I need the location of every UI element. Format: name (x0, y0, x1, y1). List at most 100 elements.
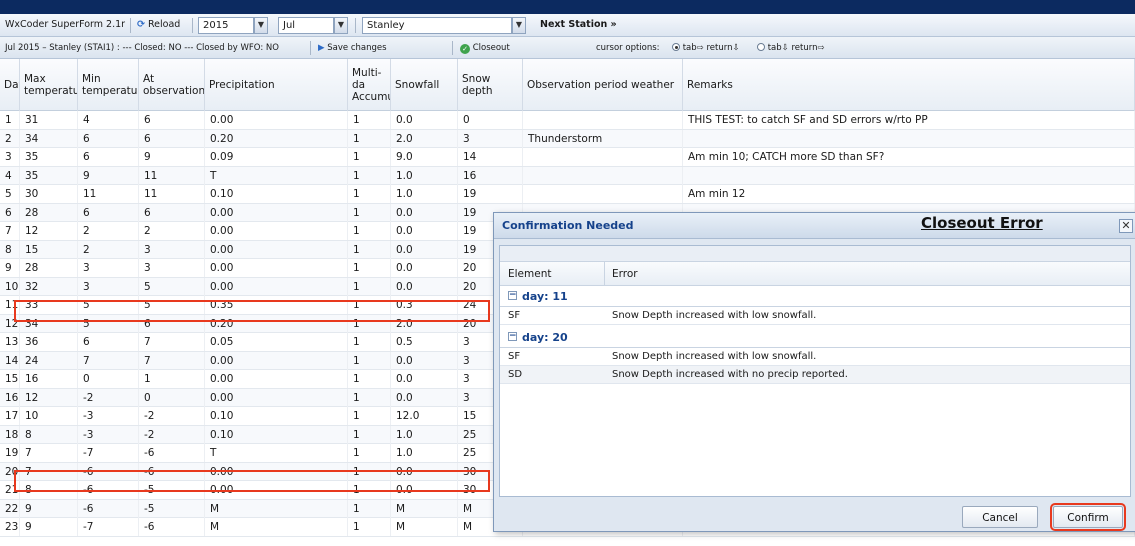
cell-day[interactable]: 13 (0, 333, 20, 351)
cell-precip[interactable]: T (205, 444, 348, 462)
cell-weather[interactable] (523, 148, 683, 166)
cell-remarks[interactable] (683, 166, 1135, 185)
cell-precip[interactable]: M (205, 518, 348, 536)
cell-at[interactable]: 6 (139, 203, 205, 222)
cell-at[interactable]: 11 (139, 185, 205, 203)
cell-max[interactable]: 9 (20, 499, 78, 518)
col-header-at-observation[interactable]: At observation (139, 59, 205, 111)
cell-day[interactable]: 16 (0, 388, 20, 407)
cell-max[interactable]: 16 (20, 370, 78, 388)
error-row[interactable]: SD Snow Depth increased with no precip re… (500, 366, 1130, 384)
cell-min[interactable]: 0 (78, 370, 139, 388)
cell-day[interactable]: 10 (0, 277, 20, 296)
col-header-multi-day[interactable]: Multi-da Accumu (348, 59, 391, 111)
cell-max[interactable]: 34 (20, 314, 78, 333)
cell-min[interactable]: -7 (78, 518, 139, 536)
reload-button[interactable]: ⟳ Reload (137, 17, 180, 34)
cell-max[interactable]: 28 (20, 259, 78, 277)
cell-multi[interactable]: 1 (348, 333, 391, 351)
cell-at[interactable]: 9 (139, 148, 205, 166)
cell-at[interactable]: 5 (139, 296, 205, 314)
cell-day[interactable]: 11 (0, 296, 20, 314)
collapse-icon[interactable]: − (508, 291, 517, 300)
cell-max[interactable]: 35 (20, 148, 78, 166)
cell-multi[interactable]: 1 (348, 499, 391, 518)
cell-max[interactable]: 28 (20, 203, 78, 222)
cell-multi[interactable]: 1 (348, 296, 391, 314)
cell-day[interactable]: 22 (0, 499, 20, 518)
next-station-button[interactable]: Next Station » (540, 17, 617, 34)
cell-max[interactable]: 7 (20, 462, 78, 481)
cell-multi[interactable]: 1 (348, 388, 391, 407)
cell-day[interactable]: 6 (0, 203, 20, 222)
col-header-remarks[interactable]: Remarks (683, 59, 1135, 111)
cell-min[interactable]: 4 (78, 111, 139, 129)
cell-at[interactable]: 2 (139, 222, 205, 240)
year-select[interactable]: 2015 (198, 17, 254, 34)
cell-precip[interactable]: 0.00 (205, 222, 348, 240)
cell-max[interactable]: 7 (20, 444, 78, 462)
cell-precip[interactable]: M (205, 499, 348, 518)
col-header-min-temp[interactable]: Min temperatur (78, 59, 139, 111)
cell-remarks[interactable]: Am min 10; CATCH more SD than SF? (683, 148, 1135, 166)
cell-snowfall[interactable]: 0.0 (391, 462, 458, 481)
cell-min[interactable]: 3 (78, 259, 139, 277)
chevron-down-icon[interactable]: ▼ (254, 17, 268, 34)
cell-min[interactable]: 7 (78, 351, 139, 370)
cell-precip[interactable]: 0.00 (205, 481, 348, 499)
collapse-icon[interactable]: − (508, 332, 517, 341)
cell-multi[interactable]: 1 (348, 462, 391, 481)
station-select[interactable]: Stanley (362, 17, 512, 34)
cell-multi[interactable]: 1 (348, 444, 391, 462)
cell-snowdepth[interactable]: 19 (458, 185, 523, 203)
cell-multi[interactable]: 1 (348, 481, 391, 499)
cell-snowfall[interactable]: 1.0 (391, 166, 458, 185)
dialog-title-bar[interactable]: Confirmation Needed Closeout Error ✕ (494, 213, 1135, 239)
cell-multi[interactable]: 1 (348, 203, 391, 222)
cell-min[interactable]: 6 (78, 203, 139, 222)
cell-snowfall[interactable]: 0.0 (391, 111, 458, 129)
month-select[interactable]: Jul (278, 17, 334, 34)
col-header-day[interactable]: Day (0, 59, 20, 111)
cell-at[interactable]: 11 (139, 166, 205, 185)
cell-snowfall[interactable]: 0.3 (391, 296, 458, 314)
col-header-max-temp[interactable]: Max temperatur (20, 59, 78, 111)
save-changes-button[interactable]: ▶ Save changes (318, 41, 387, 55)
cell-day[interactable]: 9 (0, 259, 20, 277)
cell-snowfall[interactable]: 0.0 (391, 203, 458, 222)
cell-multi[interactable]: 1 (348, 407, 391, 425)
cell-snowfall[interactable]: M (391, 518, 458, 536)
cell-at[interactable]: 3 (139, 259, 205, 277)
cell-weather[interactable] (523, 166, 683, 185)
cell-at[interactable]: 7 (139, 333, 205, 351)
cell-multi[interactable]: 1 (348, 425, 391, 444)
cell-max[interactable]: 32 (20, 277, 78, 296)
cell-multi[interactable]: 1 (348, 240, 391, 259)
cell-precip[interactable]: T (205, 166, 348, 185)
cell-remarks[interactable]: Am min 12 (683, 185, 1135, 203)
cell-max[interactable]: 31 (20, 111, 78, 129)
cell-at[interactable]: -2 (139, 407, 205, 425)
cell-at[interactable]: -6 (139, 462, 205, 481)
cell-multi[interactable]: 1 (348, 370, 391, 388)
cell-day[interactable]: 12 (0, 314, 20, 333)
cell-at[interactable]: 3 (139, 240, 205, 259)
cell-min[interactable]: 11 (78, 185, 139, 203)
cell-day[interactable]: 4 (0, 166, 20, 185)
cell-multi[interactable]: 1 (348, 222, 391, 240)
cell-at[interactable]: 6 (139, 314, 205, 333)
cell-at[interactable]: -6 (139, 444, 205, 462)
cell-day[interactable]: 15 (0, 370, 20, 388)
cell-min[interactable]: 9 (78, 166, 139, 185)
table-row[interactable]: 2 34 6 6 0.20 1 2.0 3 Thunderstorm (0, 129, 1135, 148)
cell-at[interactable]: -6 (139, 518, 205, 536)
closeout-button[interactable]: ✓ Closeout (460, 41, 510, 55)
cell-snowdepth[interactable]: 16 (458, 166, 523, 185)
cell-min[interactable]: 2 (78, 222, 139, 240)
cell-at[interactable]: 6 (139, 111, 205, 129)
table-row[interactable]: 4 35 9 11 T 1 1.0 16 (0, 166, 1135, 185)
cell-max[interactable]: 34 (20, 129, 78, 148)
cell-min[interactable]: 3 (78, 277, 139, 296)
cell-day[interactable]: 17 (0, 407, 20, 425)
cell-multi[interactable]: 1 (348, 518, 391, 536)
